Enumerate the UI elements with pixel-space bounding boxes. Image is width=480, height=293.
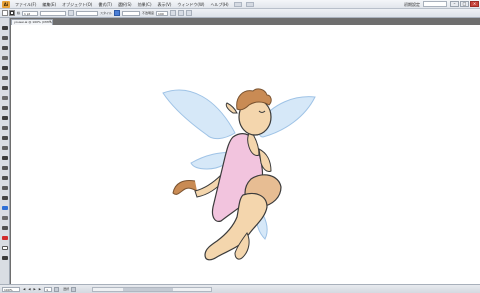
pen-tool-icon[interactable] [2,66,8,70]
menu-effect[interactable]: 効果(C) [135,0,155,9]
artboard-canvas[interactable] [11,25,480,284]
menu-edit[interactable]: 編集(E) [39,0,59,9]
opacity-field[interactable]: 100 [156,10,169,16]
arrange-button[interactable] [186,10,193,16]
arrange-documents-button[interactable] [245,1,254,7]
stroke-width-field[interactable]: 1 pt [22,10,39,16]
artboard-nav-arrows[interactable]: ◀ ◀ ▶ ▶ [23,287,42,291]
control-bar: 線 1 pt スタイル 不透明度 100 [0,9,480,18]
rectangle-tool-icon[interactable] [2,96,8,100]
zoom-field[interactable]: 100% [2,286,20,292]
artboard-menu-button[interactable] [54,286,60,292]
style-field[interactable] [122,10,141,16]
bridge-button[interactable] [233,1,242,7]
opacity-label: 不透明度 [142,11,155,15]
document-tab-close-icon[interactable]: × [49,19,52,24]
maximize-button[interactable]: □ [460,1,469,7]
screen-mode-icon[interactable] [2,256,8,260]
menu-bar: Ai ファイル(F) 編集(E) オブジェクト(O) 書式(T) 選択(S) 効… [0,0,480,9]
ear [225,102,238,114]
width-tool-icon[interactable] [2,166,8,170]
perspective-grid-tool-icon[interactable] [2,196,8,200]
tail [172,180,198,195]
document-setup-button[interactable] [170,10,177,16]
style-label: スタイル [100,11,113,15]
direct-selection-tool-icon[interactable] [2,36,8,40]
pencil-tool-icon[interactable] [2,116,8,120]
menu-window[interactable]: ウィンドウ(W) [174,0,207,9]
fill-color-icon[interactable] [2,236,8,240]
menu-help[interactable]: ヘルプ(H) [207,0,231,9]
stroke-color-icon[interactable] [2,246,8,250]
variable-width-field[interactable] [40,10,67,16]
fairy-illustration [162,88,316,261]
line-tool-icon[interactable] [2,86,8,90]
minimize-button[interactable]: – [450,1,459,7]
menu-view[interactable]: 表示(V) [155,0,175,9]
type-tool-icon[interactable] [2,76,8,80]
lasso-tool-icon[interactable] [2,56,8,60]
free-transform-tool-icon[interactable] [2,176,8,180]
brush-field[interactable] [76,10,99,16]
scrollbar-thumb[interactable] [123,287,174,291]
preferences-button[interactable] [178,10,185,16]
magic-wand-tool-icon[interactable] [2,46,8,50]
fill-swatch[interactable] [2,10,8,16]
rotate-tool-icon[interactable] [2,146,8,150]
status-bar: 100% ◀ ◀ ▶ ▶ 1 選択 [0,284,480,293]
app-logo-icon[interactable]: Ai [2,0,10,8]
workspace-switcher[interactable]: 初期設定 [401,0,423,9]
stroke-swatch[interactable] [9,10,15,16]
menu-select[interactable]: 選択(S) [115,0,135,9]
selection-tool-icon[interactable] [2,26,8,30]
artboard-number-field[interactable]: 1 [44,286,53,292]
eraser-tool-icon[interactable] [2,136,8,140]
shape-builder-tool-icon[interactable] [2,186,8,190]
paintbrush-tool-icon[interactable] [2,106,8,110]
menu-type[interactable]: 書式(T) [95,0,115,9]
gradient-tool-icon[interactable] [2,216,8,220]
menu-object[interactable]: オブジェクト(O) [59,0,95,9]
stroke-label: 線 [17,11,21,15]
help-search-input[interactable] [423,1,447,7]
scale-tool-icon[interactable] [2,156,8,160]
wing-upper-left [162,89,236,140]
graphic-style-button[interactable] [114,10,121,16]
status-mode: 選択 [63,287,70,291]
mesh-tool-icon[interactable] [2,206,8,210]
close-button[interactable]: × [470,1,479,7]
eyedropper-tool-icon[interactable] [2,226,8,230]
menu-file[interactable]: ファイル(F) [12,0,39,9]
blob-brush-tool-icon[interactable] [2,126,8,130]
horizontal-scrollbar[interactable] [92,286,213,292]
brush-definition-button[interactable] [68,10,75,16]
status-menu-button[interactable] [71,286,77,292]
tools-panel [0,18,10,284]
